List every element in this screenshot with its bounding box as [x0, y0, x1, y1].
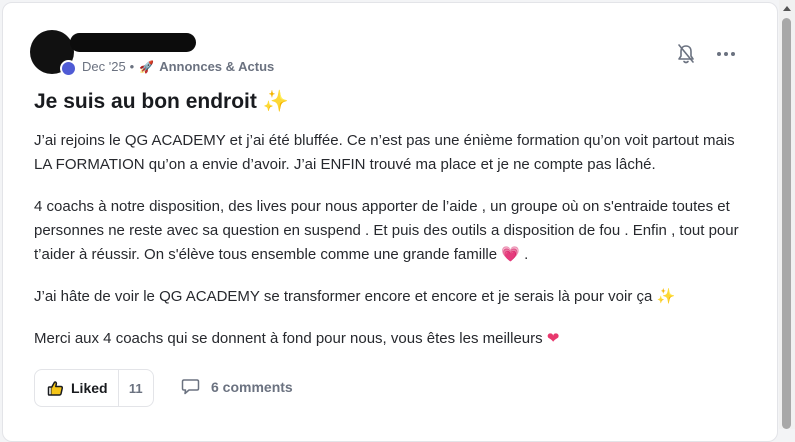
post-body: J’ai rejoins le QG ACADEMY et j’ai été b…	[34, 129, 754, 369]
paragraph-end: .	[519, 246, 529, 263]
post-meta: Dec '25 • 🚀 Annonces & Actus	[82, 59, 274, 74]
bell-off-icon[interactable]	[676, 43, 696, 65]
comments-label: 6 comments	[211, 378, 293, 395]
sparkles-icon: ✨	[656, 288, 676, 305]
post-title: Je suis au bon endroit ✨	[34, 90, 289, 114]
like-button-group: Liked 11	[34, 369, 154, 407]
post-title-text: Je suis au bon endroit	[34, 90, 257, 113]
thumbs-up-icon	[47, 380, 64, 396]
like-count[interactable]: 11	[119, 381, 153, 396]
paragraph-text: J’ai rejoins le QG ACADEMY et j’ai été b…	[34, 132, 735, 173]
rocket-icon: 🚀	[139, 59, 155, 74]
comments-button[interactable]: 6 comments	[181, 378, 293, 395]
like-button[interactable]: Liked	[35, 370, 119, 406]
paragraph-text: Merci aux 4 coachs qui se donnent à fond…	[34, 330, 543, 347]
like-label: Liked	[71, 380, 108, 396]
paragraph-text: J’ai hâte de voir le QG ACADEMY se trans…	[34, 288, 653, 305]
post-date: Dec '25	[82, 59, 126, 74]
avatar-level-badge	[60, 60, 77, 77]
comment-bubble-icon	[181, 379, 200, 395]
scrollbar[interactable]	[779, 0, 795, 429]
sparkles-icon: ✨	[262, 90, 289, 113]
post-paragraph: J’ai hâte de voir le QG ACADEMY se trans…	[34, 285, 754, 309]
more-options-icon[interactable]	[716, 46, 736, 62]
post-paragraph: J’ai rejoins le QG ACADEMY et j’ai été b…	[34, 129, 754, 177]
paragraph-text: 4 coachs à notre disposition, des lives …	[34, 198, 739, 263]
red-heart-icon: ❤	[546, 330, 560, 347]
post-category-link[interactable]: Annonces & Actus	[159, 59, 274, 74]
pink-heart-icon: 💗	[501, 246, 520, 263]
post-paragraph: Merci aux 4 coachs qui se donnent à fond…	[34, 327, 754, 351]
scrollbar-thumb[interactable]	[782, 18, 791, 429]
author-name-redacted	[70, 33, 196, 52]
post-paragraph: 4 coachs à notre disposition, des lives …	[34, 195, 754, 267]
meta-separator: •	[129, 59, 135, 74]
scroll-up-arrow-icon[interactable]	[783, 6, 791, 11]
